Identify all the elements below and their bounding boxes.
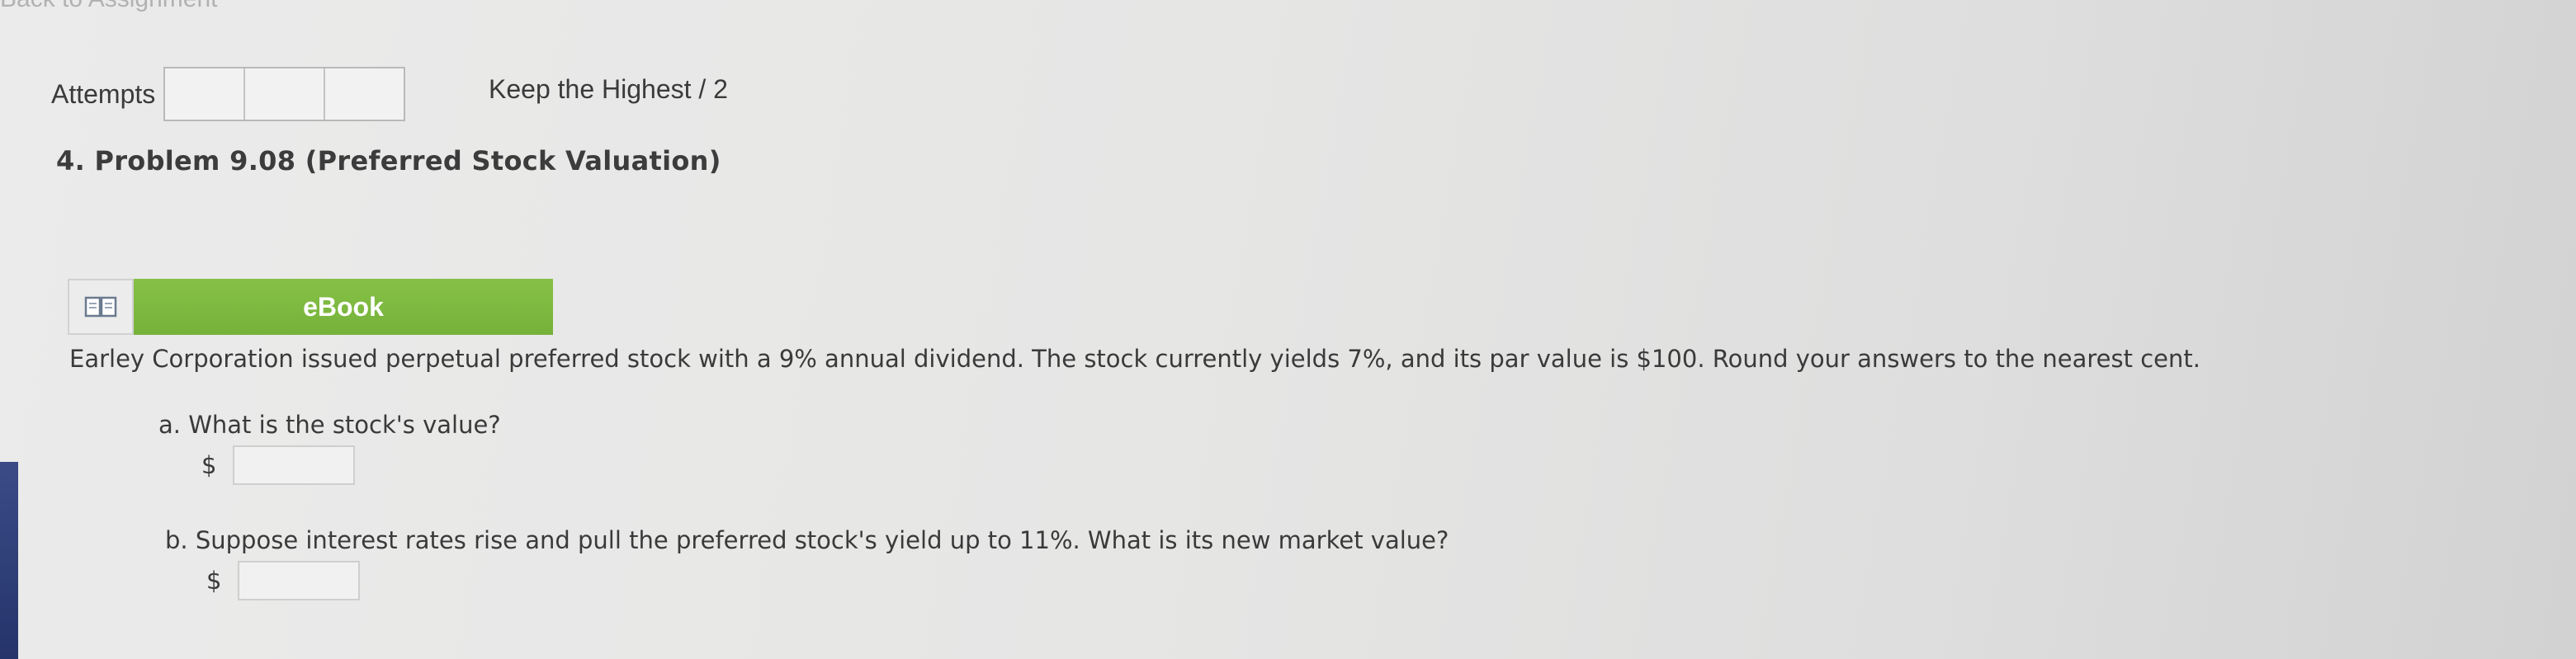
part-a-answer-row: $ xyxy=(201,445,356,485)
back-to-assignment-link[interactable]: Back to Assignment xyxy=(0,0,217,13)
part-b-text: Suppose interest rates rise and pull the… xyxy=(195,526,1449,554)
currency-symbol: $ xyxy=(206,567,222,595)
part-a-question: a. What is the stock's value? xyxy=(158,411,501,439)
question-text: Earley Corporation issued perpetual pref… xyxy=(69,345,2200,373)
part-b-answer-row: $ xyxy=(206,561,361,600)
part-a-prefix: a. xyxy=(158,411,181,439)
attempts-label: Attempts xyxy=(51,78,156,109)
window-edge-strip xyxy=(0,462,18,659)
ebook-button-label: eBook xyxy=(303,291,384,322)
attempt-boxes xyxy=(163,67,406,121)
attempts-row: Attempts xyxy=(51,67,406,121)
part-b-answer-input[interactable] xyxy=(238,561,361,600)
open-book-icon[interactable] xyxy=(68,279,134,335)
attempt-box xyxy=(325,68,404,120)
part-b-prefix: b. xyxy=(165,526,188,554)
part-a-answer-input[interactable] xyxy=(233,445,356,485)
part-b-question: b. Suppose interest rates rise and pull … xyxy=(165,526,1449,554)
attempt-box xyxy=(165,68,246,120)
ebook-bar: eBook xyxy=(68,279,553,335)
problem-title: 4. Problem 9.08 (Preferred Stock Valuati… xyxy=(56,145,721,177)
ebook-button[interactable]: eBook xyxy=(134,279,553,335)
part-a-text: What is the stock's value? xyxy=(188,411,501,439)
attempt-box xyxy=(245,68,326,120)
keep-highest-label: Keep the Highest / 2 xyxy=(489,74,728,104)
currency-symbol: $ xyxy=(201,451,217,479)
back-link-label: Back to Assignment xyxy=(0,0,217,12)
